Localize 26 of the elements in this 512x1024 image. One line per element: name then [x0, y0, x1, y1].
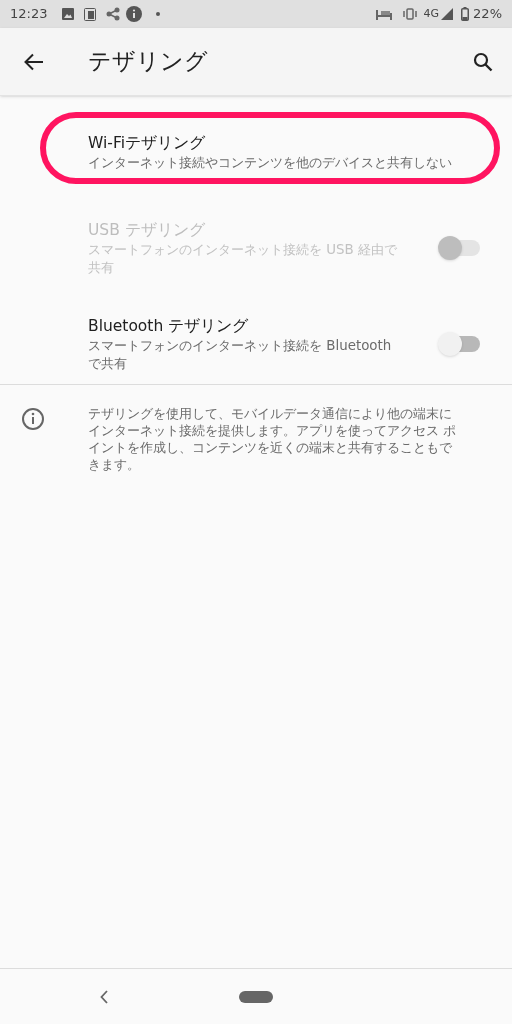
back-icon[interactable] — [100, 989, 108, 1004]
setting-item[interactable]: Wi-Fiテザリング インターネット接続やコンテンツを他のデバイスと共有しない — [0, 104, 512, 200]
battery-text: 22% — [473, 5, 502, 24]
setting-item[interactable]: Bluetooth テザリング スマートフォンのインターネット接続を Bluetooth で共有 — [0, 296, 512, 392]
item-title: Bluetooth テザリング — [88, 316, 250, 337]
search-icon[interactable] — [473, 51, 493, 72]
info-text: テザリングを使用して、モバイルデータ通信により他の端末にインターネット接続を提供します。アプリを使ってアクセス ポイントを作成し、コンテンツを近くの端末と共有することもできます。 — [88, 405, 458, 473]
back-arrow-icon[interactable] — [24, 52, 44, 71]
info-icon — [21, 407, 45, 431]
home-handle[interactable] — [239, 990, 273, 1003]
bed-icon — [375, 8, 392, 20]
share-icon — [106, 7, 121, 21]
item-summary: インターネット接続やコンテンツを他のデバイスと共有しない — [88, 154, 453, 172]
vibrate-icon — [401, 8, 418, 20]
battery-icon — [461, 7, 470, 21]
page-title: テザリング — [88, 47, 208, 77]
network-text: 4G — [423, 5, 440, 22]
item-summary: スマートフォンのインターネット接続を Bluetooth で共有 — [88, 337, 393, 373]
item-title: Wi-Fiテザリング — [88, 133, 206, 154]
card-icon — [84, 7, 97, 21]
time-text: 12:23 — [10, 5, 48, 24]
item-title: USB テザリング — [88, 220, 206, 241]
image-icon — [62, 8, 75, 20]
signal-icon — [441, 8, 454, 20]
dot-icon — [156, 12, 161, 16]
info-icon — [126, 6, 143, 22]
